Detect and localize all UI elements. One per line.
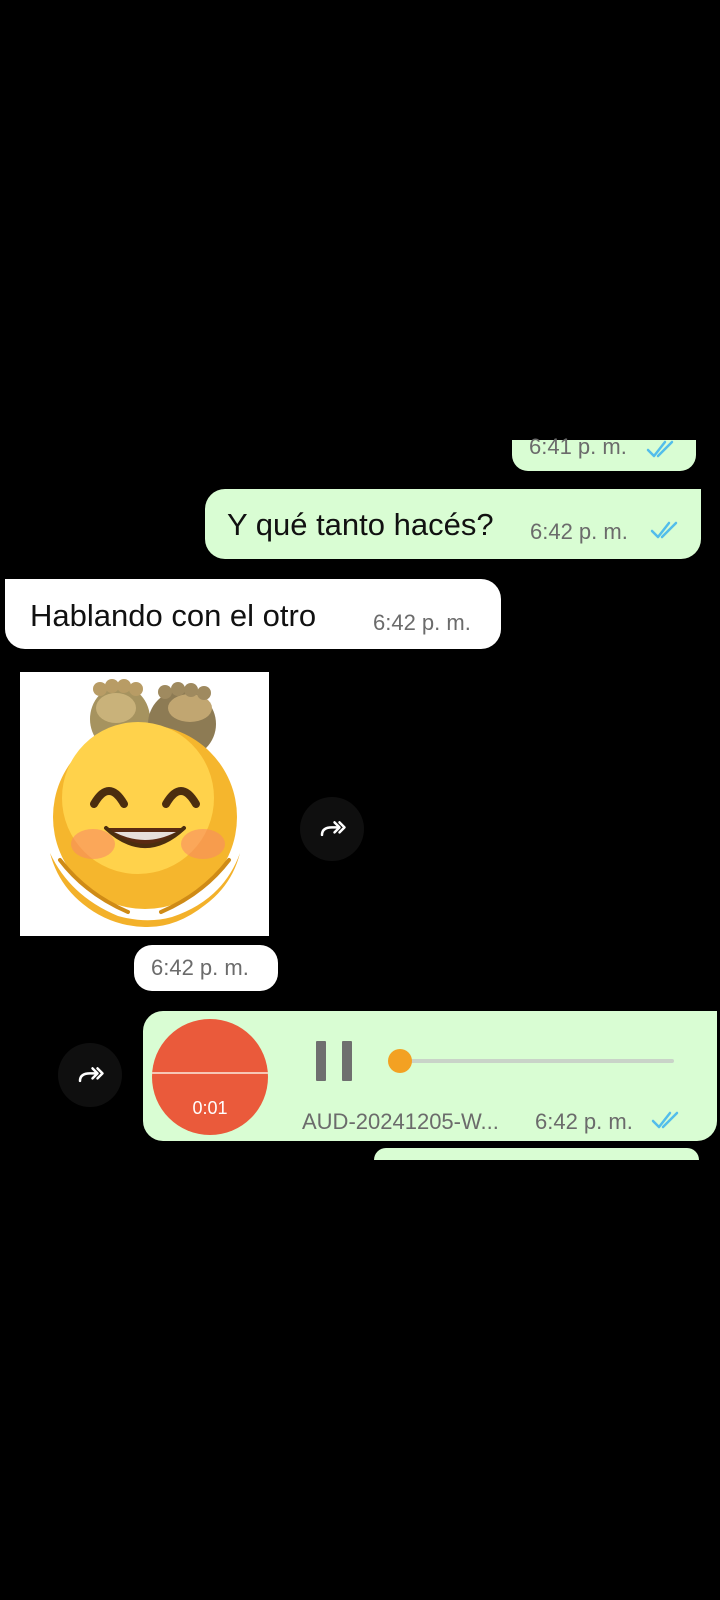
pause-button[interactable] <box>315 1041 355 1083</box>
double-check-icon <box>650 521 678 539</box>
sticker-image <box>20 672 269 936</box>
pause-icon <box>316 1041 326 1081</box>
forward-button[interactable] <box>58 1043 122 1107</box>
forward-button[interactable] <box>300 797 364 861</box>
sticker-message[interactable] <box>20 672 269 936</box>
audio-avatar: 0:01 <box>152 1019 268 1135</box>
message-time: 6:42 p. m. <box>530 519 628 544</box>
message-text: Hablando con el otro <box>30 598 317 633</box>
message-time: 6:42 p. m. <box>151 955 249 980</box>
message-time: 6:42 p. m. <box>373 610 471 635</box>
forward-icon <box>78 1067 104 1083</box>
message-time: 6:41 p. m. <box>529 434 627 459</box>
audio-duration: 0:01 <box>192 1098 228 1118</box>
double-check-icon <box>651 1111 679 1129</box>
pause-icon <box>342 1041 352 1081</box>
audio-filename: AUD-20241205-W... <box>302 1109 499 1134</box>
audio-progress-track[interactable] <box>388 1049 674 1073</box>
message-bubble-incoming[interactable]: Hablando con el otro 6:42 p. m. <box>5 579 501 649</box>
audio-progress-thumb[interactable] <box>388 1049 413 1073</box>
sticker-time-badge: 6:42 p. m. <box>134 945 278 991</box>
message-time: 6:42 p. m. <box>535 1109 633 1134</box>
forward-icon <box>320 821 346 837</box>
message-bubble-partial[interactable] <box>374 1148 699 1160</box>
audio-avatar-line <box>152 1072 268 1074</box>
double-check-icon <box>646 440 674 458</box>
message-text: Y qué tanto hacés? <box>227 507 494 542</box>
message-bubble[interactable]: Y qué tanto hacés? 6:42 p. m. <box>205 489 701 559</box>
message-bubble-partial[interactable]: 6:41 p. m. <box>512 434 696 471</box>
